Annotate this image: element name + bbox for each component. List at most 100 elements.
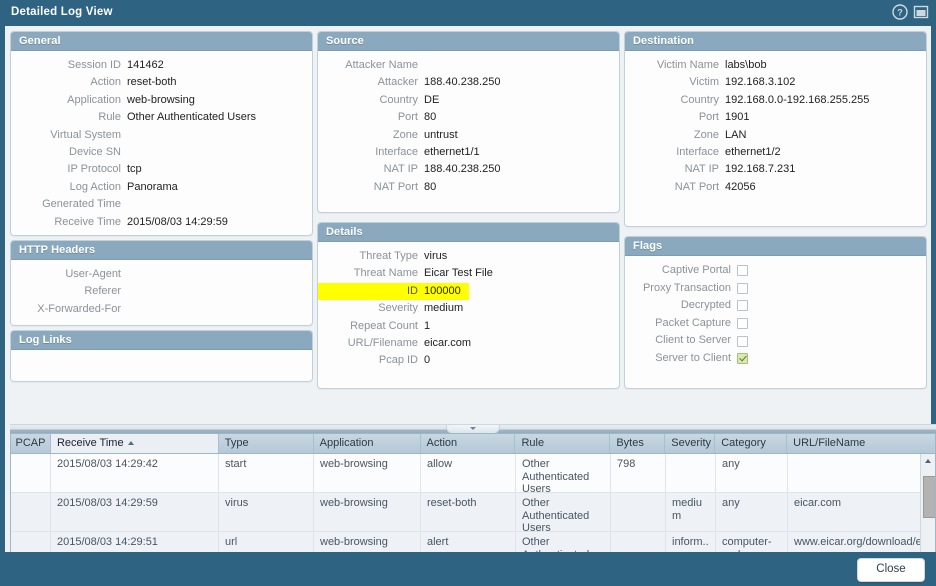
field-row: Interface ethernet1/2 [625, 144, 926, 161]
restore-window-icon[interactable] [913, 4, 929, 20]
field-value: Panorama [127, 180, 178, 193]
sort-ascending-icon [127, 441, 134, 446]
column-header-bytes[interactable]: Bytes [610, 434, 666, 453]
field-label: Port [397, 111, 418, 124]
field-row: NAT IP 192.168.7.231 [625, 161, 926, 178]
panel-destination: Destination Victim Name labs\bob Victim 19… [624, 31, 927, 227]
field-value: tcp [127, 163, 142, 176]
field-label: Country [379, 93, 418, 106]
scroll-up-arrow-icon[interactable] [921, 454, 935, 467]
field-row: Session ID 141462 [11, 57, 312, 74]
panel-details-title: Details [318, 223, 619, 242]
field-row: User-Agent [11, 266, 312, 283]
field-label: Generated Time [42, 198, 121, 211]
field-row: Threat Type virus [318, 248, 619, 265]
field-label: Attacker [377, 76, 418, 89]
field-value [424, 57, 619, 74]
flag-row: Captive Portal [625, 262, 926, 280]
field-label: Referer [84, 285, 121, 298]
field-value: 141462 [127, 59, 164, 71]
field-label: Threat Type [359, 250, 419, 262]
column-header-url-filename[interactable]: URL/FileName [787, 434, 935, 453]
column-header-severity[interactable]: Severity [665, 434, 716, 453]
checkbox-server-to-client[interactable] [737, 353, 748, 365]
field-label: URL/Filename [347, 336, 418, 349]
field-label: Country [680, 93, 719, 106]
field-label: Action [90, 76, 121, 89]
field-value: eicar.com [424, 336, 472, 349]
field-label: Zone [392, 128, 418, 141]
cell-rule: Other Authenticated Users [516, 454, 611, 492]
flag-label: Server to Client [655, 351, 731, 364]
checkbox-client-to-server[interactable] [737, 335, 748, 347]
field-label: Interface [375, 145, 418, 158]
help-circle-icon[interactable]: ? [892, 4, 908, 20]
checkbox-captive-portal[interactable] [737, 265, 748, 277]
flag-row: Server to Client [625, 350, 926, 368]
scrollbar-thumb[interactable] [923, 476, 935, 518]
field-row: Country DE [318, 92, 619, 109]
field-value: ethernet1/2 [725, 145, 781, 158]
field-label: NAT Port [674, 180, 719, 193]
field-row: NAT IP 188.40.238.250 [318, 161, 619, 178]
column-header-category[interactable]: Category [715, 434, 788, 453]
checkbox-decrypted[interactable] [737, 300, 748, 312]
checkbox-packet-capture[interactable] [737, 318, 748, 330]
column-header-application[interactable]: Application [314, 434, 421, 453]
cell-type: start [219, 454, 314, 492]
field-label: Log Action [69, 180, 121, 193]
field-label: Repeat Count [350, 319, 418, 332]
field-row: X-Forwarded-For [11, 301, 312, 318]
field-label: Severity [378, 302, 418, 315]
panel-flags-body: Captive Portal Proxy Transaction Decrypt… [625, 256, 926, 374]
field-value: 192.168.3.102 [725, 76, 796, 89]
field-label: NAT IP [383, 163, 418, 176]
field-row: Interface ethernet1/1 [318, 144, 619, 161]
table-row[interactable]: 2015/08/03 14:29:59 virus web-browsing r… [11, 493, 921, 532]
column-header-type[interactable]: Type [219, 434, 314, 453]
field-row: URL/Filename eicar.com [318, 335, 619, 352]
field-row: Log Action Panorama [11, 179, 312, 196]
window-titlebar: Detailed Log View ? [0, 0, 936, 26]
column-header-rule[interactable]: Rule [515, 434, 611, 453]
window-buttons: ? [892, 4, 929, 20]
field-label: Rule [98, 111, 121, 124]
field-label: Victim [689, 76, 719, 89]
field-value: Other Authenticated Users [127, 111, 257, 124]
cell-action: allow [421, 454, 516, 492]
field-row: Port 80 [318, 109, 619, 126]
field-label: Interface [676, 145, 719, 158]
cell-bytes: 798 [611, 454, 666, 492]
field-value: 100000 [424, 282, 469, 301]
close-button[interactable]: Close [857, 558, 925, 582]
panel-general: General Session ID 141462 Action reset-bot… [10, 31, 313, 236]
field-value: labs\bob [725, 59, 767, 71]
field-value: 1901 [725, 111, 750, 124]
field-label: Threat Name [353, 267, 418, 280]
panel-http-headers: HTTP Headers User-Agent Referer X-Forwar… [10, 240, 313, 326]
panel-source-body: Attacker Name Attacker 188.40.238.250 Cou… [318, 51, 619, 202]
field-label: User-Agent [65, 268, 121, 280]
field-row: Victim Name labs\bob [625, 57, 926, 74]
column-header-action[interactable]: Action [421, 434, 516, 453]
checkbox-proxy-transaction[interactable] [737, 282, 748, 294]
field-label: Device SN [69, 145, 121, 158]
field-value: web-browsing [127, 93, 195, 106]
field-value [127, 283, 312, 300]
field-value: 192.168.0.0-192.168.255.255 [725, 93, 870, 106]
field-row: Pcap ID 0 [318, 352, 619, 369]
column-header-receive-time[interactable]: Receive Time [50, 434, 219, 453]
field-value: 42056 [725, 180, 756, 193]
dialog-footer: Close [0, 552, 936, 586]
field-value: Eicar Test File [424, 267, 493, 280]
table-row[interactable]: 2015/08/03 14:29:42 start web-browsing a… [11, 454, 921, 493]
panel-log-links: Log Links [10, 330, 313, 382]
field-value: LAN [725, 128, 747, 141]
cell-receive-time: 2015/08/03 14:29:42 [51, 454, 219, 492]
column-header-pcap[interactable]: PCAP [11, 434, 51, 453]
panel-http-headers-body: User-Agent Referer X-Forwarded-For [11, 260, 312, 324]
detailed-log-view-window: Detailed Log View ? General Session ID 14… [0, 0, 936, 586]
field-value [127, 266, 312, 283]
flag-label: Decrypted [680, 299, 731, 312]
field-label: Port [698, 111, 719, 124]
